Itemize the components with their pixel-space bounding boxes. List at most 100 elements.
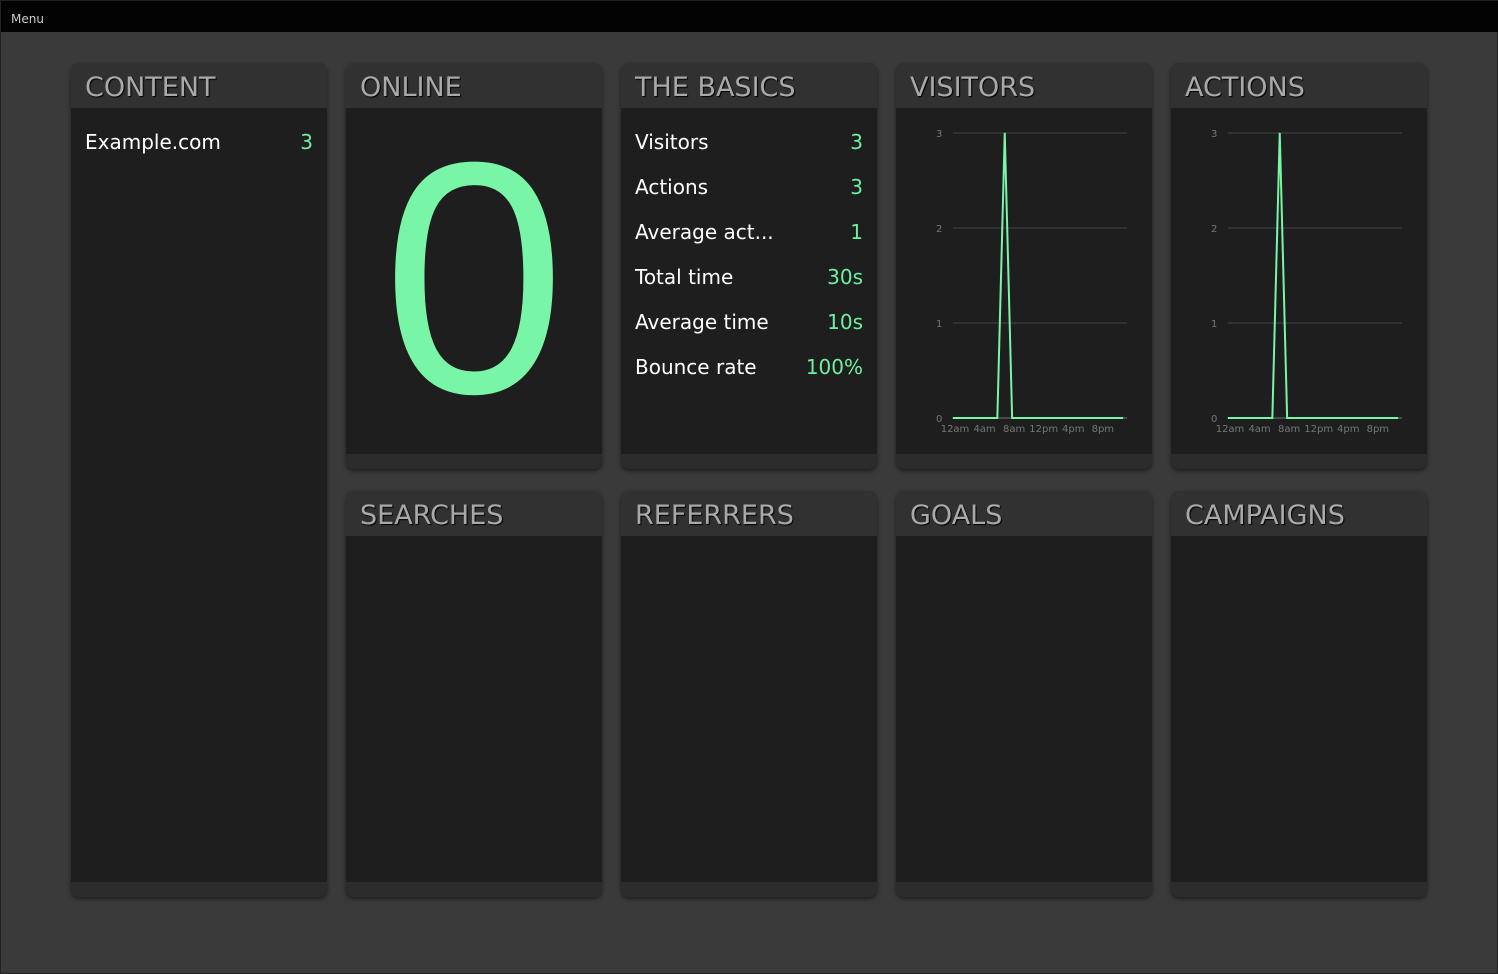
data-point bbox=[1397, 417, 1399, 419]
data-point bbox=[1330, 417, 1332, 419]
x-tick-label: 8am bbox=[1278, 424, 1300, 435]
data-point bbox=[1063, 417, 1065, 419]
panel-title: GOALS bbox=[896, 491, 1152, 536]
data-point bbox=[1316, 417, 1318, 419]
data-point bbox=[1011, 417, 1013, 419]
stat-row: Visitors 3 bbox=[621, 119, 877, 164]
data-point bbox=[1390, 417, 1392, 419]
stat-value: 3 bbox=[850, 129, 863, 154]
data-point bbox=[1078, 417, 1080, 419]
y-tick-label: 1 bbox=[936, 319, 942, 330]
data-point bbox=[1004, 132, 1006, 134]
data-point bbox=[1019, 417, 1021, 419]
x-tick-label: 8pm bbox=[1092, 424, 1114, 435]
data-point bbox=[1264, 417, 1266, 419]
panel-title: REFERRERS bbox=[621, 491, 877, 536]
data-point bbox=[1041, 417, 1043, 419]
data-point bbox=[1345, 417, 1347, 419]
stat-label: Average act... bbox=[635, 219, 774, 244]
data-point bbox=[1055, 417, 1057, 419]
data-point bbox=[1048, 417, 1050, 419]
y-tick-label: 3 bbox=[1211, 129, 1217, 140]
x-tick-label: 12am bbox=[941, 424, 970, 435]
stat-row: Total time 30s bbox=[621, 254, 877, 299]
stat-label: Total time bbox=[635, 264, 734, 289]
x-tick-label: 8am bbox=[1003, 424, 1025, 435]
data-point bbox=[1360, 417, 1362, 419]
data-point bbox=[1279, 132, 1281, 134]
top-menu-bar: Menu bbox=[1, 1, 1498, 32]
stat-value: 3 bbox=[850, 174, 863, 199]
panel-title: CONTENT bbox=[71, 63, 327, 108]
menu-button[interactable]: Menu bbox=[11, 12, 44, 26]
data-point bbox=[1100, 417, 1102, 419]
series-line bbox=[953, 132, 1123, 419]
data-point bbox=[952, 417, 954, 419]
online-panel: ONLINE 0 bbox=[346, 63, 602, 469]
panel-title: THE BASICS bbox=[621, 63, 877, 108]
data-point bbox=[959, 417, 961, 419]
data-point bbox=[982, 417, 984, 419]
data-point bbox=[1033, 417, 1035, 419]
x-tick-label: 8pm bbox=[1367, 424, 1389, 435]
x-tick-label: 12pm bbox=[1304, 424, 1333, 435]
panel-title: CAMPAIGNS bbox=[1171, 491, 1427, 536]
item-value: 3 bbox=[300, 129, 313, 154]
goals-panel: GOALS bbox=[896, 491, 1152, 897]
campaigns-panel: CAMPAIGNS bbox=[1171, 491, 1427, 897]
data-point bbox=[1294, 417, 1296, 419]
stat-label: Actions bbox=[635, 174, 709, 199]
data-point bbox=[1026, 417, 1028, 419]
data-point bbox=[1227, 417, 1229, 419]
panel-title: VISITORS bbox=[896, 63, 1152, 108]
y-tick-label: 2 bbox=[1211, 224, 1217, 235]
data-point bbox=[1338, 417, 1340, 419]
x-tick-label: 4am bbox=[973, 424, 995, 435]
stat-row: Average time 10s bbox=[621, 299, 877, 344]
basics-panel: THE BASICS Visitors 3 Actions 3 Average act.… bbox=[621, 63, 877, 469]
y-tick-label: 3 bbox=[936, 129, 942, 140]
item-label: Example.com bbox=[85, 129, 221, 154]
data-point bbox=[1249, 417, 1251, 419]
stat-value: 100% bbox=[805, 354, 863, 379]
stat-value: 10s bbox=[827, 309, 863, 334]
actions-panel: ACTIONS 0 1 2 3 12am 4am 8am 12pm 4pm 8pm bbox=[1171, 63, 1427, 469]
data-point bbox=[1375, 417, 1377, 419]
data-point bbox=[1107, 417, 1109, 419]
data-point bbox=[1257, 417, 1259, 419]
data-point bbox=[1115, 417, 1117, 419]
data-point bbox=[967, 417, 969, 419]
visitors-panel: VISITORS 0 1 2 3 12am 4am 8am 12pm 4pm 8pm bbox=[896, 63, 1152, 469]
data-point bbox=[1301, 417, 1303, 419]
data-point bbox=[1085, 417, 1087, 419]
data-point bbox=[1382, 417, 1384, 419]
stat-value: 30s bbox=[827, 264, 863, 289]
x-tick-label: 4pm bbox=[1337, 424, 1359, 435]
x-tick-label: 4am bbox=[1248, 424, 1270, 435]
data-point bbox=[1308, 417, 1310, 419]
y-tick-label: 2 bbox=[936, 224, 942, 235]
x-tick-label: 4pm bbox=[1062, 424, 1084, 435]
data-point bbox=[1234, 417, 1236, 419]
list-item[interactable]: Example.com 3 bbox=[71, 119, 327, 164]
series-line bbox=[1228, 132, 1398, 419]
data-point bbox=[1271, 417, 1273, 419]
panel-title: SEARCHES bbox=[346, 491, 602, 536]
referrers-panel: REFERRERS bbox=[621, 491, 877, 897]
data-point bbox=[1242, 417, 1244, 419]
stat-row: Actions 3 bbox=[621, 164, 877, 209]
y-tick-label: 1 bbox=[1211, 319, 1217, 330]
stat-value: 1 bbox=[850, 219, 863, 244]
actions-chart: 012312am 4am 8am 12pm 4pm 8pm bbox=[1211, 129, 1402, 435]
data-point bbox=[1070, 417, 1072, 419]
data-point bbox=[1092, 417, 1094, 419]
stat-row: Average act... 1 bbox=[621, 209, 877, 254]
data-point bbox=[1323, 417, 1325, 419]
stat-label: Visitors bbox=[635, 129, 709, 154]
searches-panel: SEARCHES bbox=[346, 491, 602, 897]
data-point bbox=[996, 417, 998, 419]
x-tick-label: 12pm bbox=[1029, 424, 1058, 435]
data-point bbox=[989, 417, 991, 419]
visitors-chart: 012312am 4am 8am 12pm 4pm 8pm bbox=[936, 129, 1127, 435]
data-point bbox=[1353, 417, 1355, 419]
